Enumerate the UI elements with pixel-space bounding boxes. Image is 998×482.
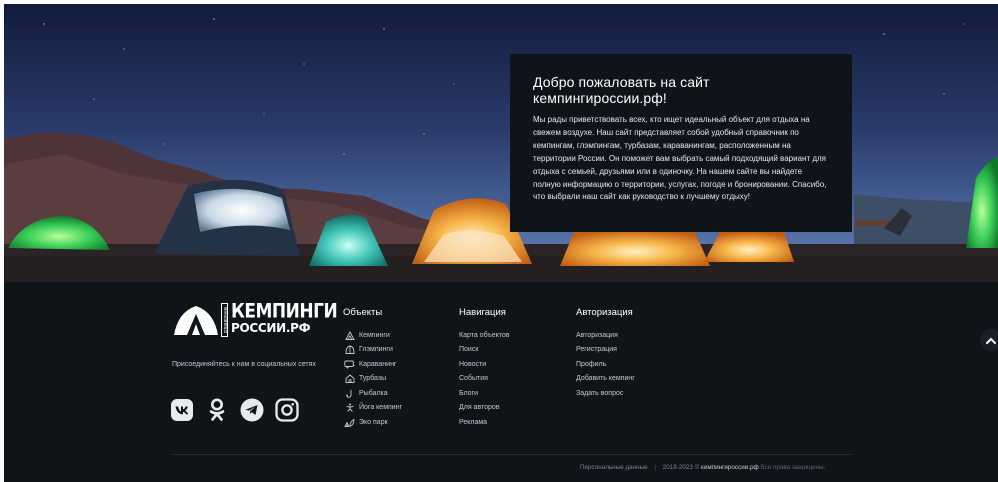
- yoga-icon: [343, 403, 356, 413]
- auth-link-ask-question[interactable]: Задать вопрос: [576, 386, 635, 401]
- objects-link-label: Кемпинги: [359, 331, 390, 339]
- house-icon: [343, 374, 356, 384]
- logo-vertical-label: справочник: [221, 303, 229, 337]
- odnoklassniki-icon[interactable]: [205, 398, 229, 422]
- social-links: [170, 398, 299, 422]
- objects-link-label: Глэмпинги: [359, 346, 393, 354]
- copyright-rights: Все права защищены.: [760, 464, 826, 471]
- footer-divider: [172, 454, 852, 455]
- tent-icon: [343, 330, 356, 340]
- objects-link-label: Караванинг: [359, 360, 397, 368]
- copyright-site: кемпингироссии.рф: [701, 464, 759, 471]
- objects-link-label: Йога кемпинг: [359, 404, 403, 412]
- welcome-title: Добро пожаловать на сайт кемпингироссии.…: [533, 74, 710, 106]
- telegram-icon[interactable]: [240, 398, 264, 422]
- objects-column: Объекты Кемпинги Глэмпинги Караванинг Ту…: [343, 307, 402, 430]
- objects-link-label: Рыбалка: [359, 389, 388, 397]
- nav-link-news[interactable]: Новости: [459, 357, 510, 372]
- auth-link-add-camping[interactable]: Добавить кемпинг: [576, 372, 635, 387]
- nav-link-for-authors[interactable]: Для авторов: [459, 401, 510, 416]
- footer: справочник КЕМПИНГИ РОССИИ.РФ Присоединя…: [4, 282, 998, 482]
- eco-park-icon: [343, 418, 356, 427]
- site-logo[interactable]: справочник КЕМПИНГИ РОССИИ.РФ: [172, 300, 338, 342]
- auth-column: Авторизация Авторизация Регистрация Проф…: [576, 307, 635, 401]
- objects-link-label: Эко парк: [359, 418, 388, 426]
- auth-link-profile[interactable]: Профиль: [576, 357, 635, 372]
- nav-link-map[interactable]: Карта объектов: [459, 328, 510, 343]
- vk-icon[interactable]: [170, 398, 194, 422]
- tent-logo-icon: [174, 306, 218, 335]
- caravan-icon: [343, 360, 356, 369]
- auth-link-login[interactable]: Авторизация: [576, 328, 635, 343]
- welcome-panel: Добро пожаловать на сайт кемпингироссии.…: [510, 54, 852, 232]
- welcome-text: Мы рады приветствовать всех, кто ищет ид…: [533, 115, 827, 202]
- instagram-icon[interactable]: [275, 398, 299, 422]
- personal-data-link[interactable]: Персональные данные: [580, 464, 648, 471]
- objects-link-tourbases[interactable]: Турбазы: [343, 372, 402, 387]
- navigation-heading: Навигация: [459, 307, 506, 318]
- page: Добро пожаловать на сайт кемпингироссии.…: [4, 4, 998, 482]
- objects-link-eco-park[interactable]: Эко парк: [343, 415, 402, 430]
- logo-vertical-text: справочник: [223, 306, 229, 334]
- fish-hook-icon: [343, 389, 356, 398]
- objects-link-fishing[interactable]: Рыбалка: [343, 386, 402, 401]
- objects-link-yoga-camping[interactable]: Йога кемпинг: [343, 401, 402, 416]
- objects-link-glampings[interactable]: Глэмпинги: [343, 343, 402, 358]
- social-caption: Присоединяйтесь к нам в социальных сетях: [172, 361, 316, 368]
- auth-heading: Авторизация: [576, 307, 633, 318]
- logo-line-1: КЕМПИНГИ: [231, 300, 338, 323]
- footer-bottom-bar: Персональные данные | 2018-2023 © кемпин…: [580, 464, 825, 471]
- chevron-up-icon: [986, 337, 996, 344]
- nav-link-blogs[interactable]: Блоги: [459, 386, 510, 401]
- logo-line-2: РОССИИ.РФ: [231, 321, 311, 335]
- auth-link-register[interactable]: Регистрация: [576, 343, 635, 358]
- scroll-to-top-button[interactable]: [980, 329, 998, 351]
- hero-banner: Добро пожаловать на сайт кемпингироссии.…: [4, 4, 998, 282]
- objects-link-campings[interactable]: Кемпинги: [343, 328, 402, 343]
- footer-separator: |: [654, 464, 656, 471]
- nav-link-search[interactable]: Поиск: [459, 343, 510, 358]
- objects-link-caravanning[interactable]: Караванинг: [343, 357, 402, 372]
- objects-heading: Объекты: [343, 307, 383, 318]
- nav-link-events[interactable]: События: [459, 372, 510, 387]
- nav-link-advertising[interactable]: Реклама: [459, 415, 510, 430]
- glamping-icon: [343, 345, 356, 355]
- copyright-text: 2018-2023 ©: [662, 464, 700, 471]
- navigation-column: Навигация Карта объектов Поиск Новости С…: [459, 307, 510, 430]
- objects-link-label: Турбазы: [359, 375, 387, 383]
